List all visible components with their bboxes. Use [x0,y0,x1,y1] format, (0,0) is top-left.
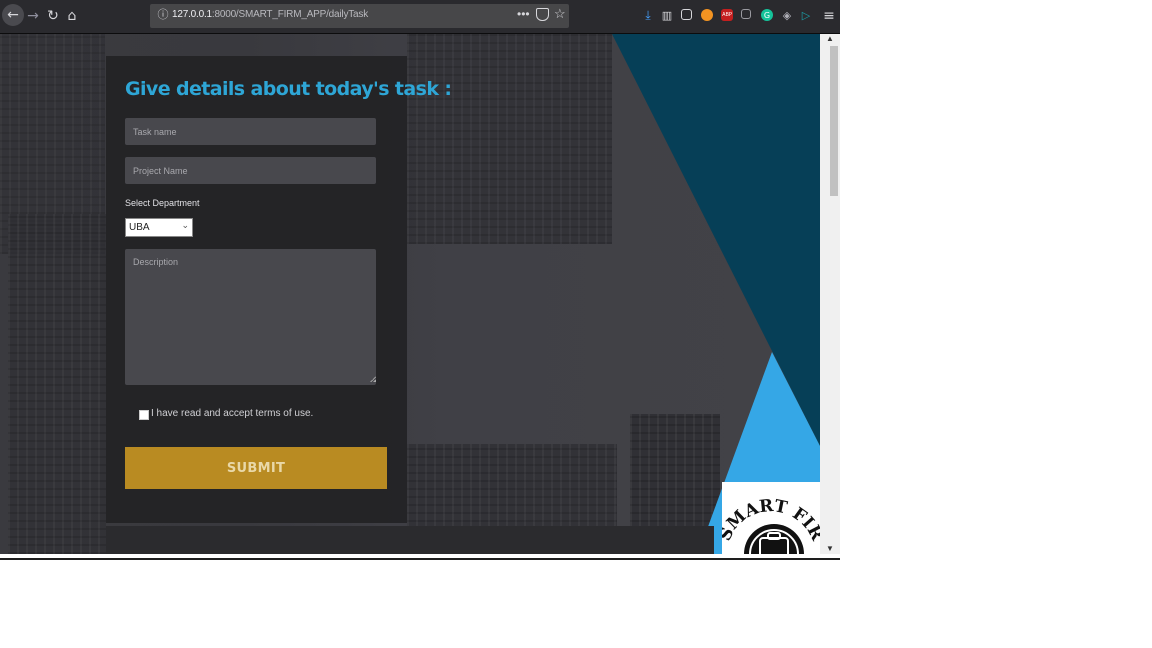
scroll-thumb[interactable] [830,46,838,196]
department-select[interactable]: UBA ⌄ [125,218,193,237]
ext-square-icon[interactable] [741,9,751,19]
info-icon[interactable]: ⓘ [156,8,170,22]
forward-icon[interactable]: → [26,7,40,25]
url-text[interactable]: 127.0.0.1:8000/SMART_FIRM_APP/dailyTask [172,9,368,20]
address-bar[interactable]: ⓘ 127.0.0.1:8000/SMART_FIRM_APP/dailyTas… [150,4,569,28]
footer-bar [106,526,714,554]
window-bottom-edge [0,554,840,560]
submit-button[interactable]: SUBMIT [125,447,387,489]
scroll-up-arrow-icon[interactable]: ▲ [820,34,840,44]
library-icon[interactable]: ▥ [661,9,673,22]
browser-toolbar: ← → ↻ ⌂ ⓘ 127.0.0.1:8000/SMART_FIRM_APP/… [0,0,840,34]
bookmark-star-icon[interactable]: ☆ [554,6,566,22]
department-label: Select Department [125,198,200,208]
home-icon[interactable]: ⌂ [65,7,79,25]
browser-screenshot: ← → ↻ ⌂ ⓘ 127.0.0.1:8000/SMART_FIRM_APP/… [0,0,840,560]
project-name-input[interactable] [125,157,376,184]
terms-label[interactable]: I have read and accept terms of use. [151,408,313,419]
url-host: 127.0.0.1 [172,9,212,20]
description-textarea[interactable] [125,249,376,385]
page-viewport: Give details about today's task : Select… [0,34,820,554]
hamburger-menu-icon[interactable]: ≡ [822,7,836,25]
vertical-scrollbar[interactable]: ▲ ▼ [820,34,840,554]
teal-triangle [612,34,820,446]
grammarly-icon[interactable]: G [761,9,773,21]
sidebar-icon[interactable] [681,9,692,20]
department-value: UBA [129,222,150,233]
page-actions-icon[interactable]: ••• [517,7,530,21]
ext-orange-icon[interactable] [701,9,713,21]
abp-icon[interactable]: ABP [721,9,733,21]
pocket-icon[interactable] [536,8,549,21]
form-title: Give details about today's task : [125,78,452,100]
task-name-input[interactable] [125,118,376,145]
back-icon[interactable]: ← [2,4,24,26]
scroll-down-arrow-icon[interactable]: ▼ [820,544,840,554]
terms-checkbox[interactable] [139,410,149,420]
url-path: :8000/SMART_FIRM_APP/dailyTask [211,9,369,20]
daily-task-form: Give details about today's task : Select… [106,56,452,523]
download-icon[interactable]: ⤓ [642,8,654,22]
reload-icon[interactable]: ↻ [46,7,60,25]
chevron-down-icon: ⌄ [181,220,189,230]
ext-diamond-icon[interactable]: ◈ [781,9,793,22]
resize-handle[interactable] [370,376,376,382]
ext-arrow-icon[interactable]: ▷ [800,9,812,22]
smart-firm-logo: SMART FIRM [722,482,820,554]
